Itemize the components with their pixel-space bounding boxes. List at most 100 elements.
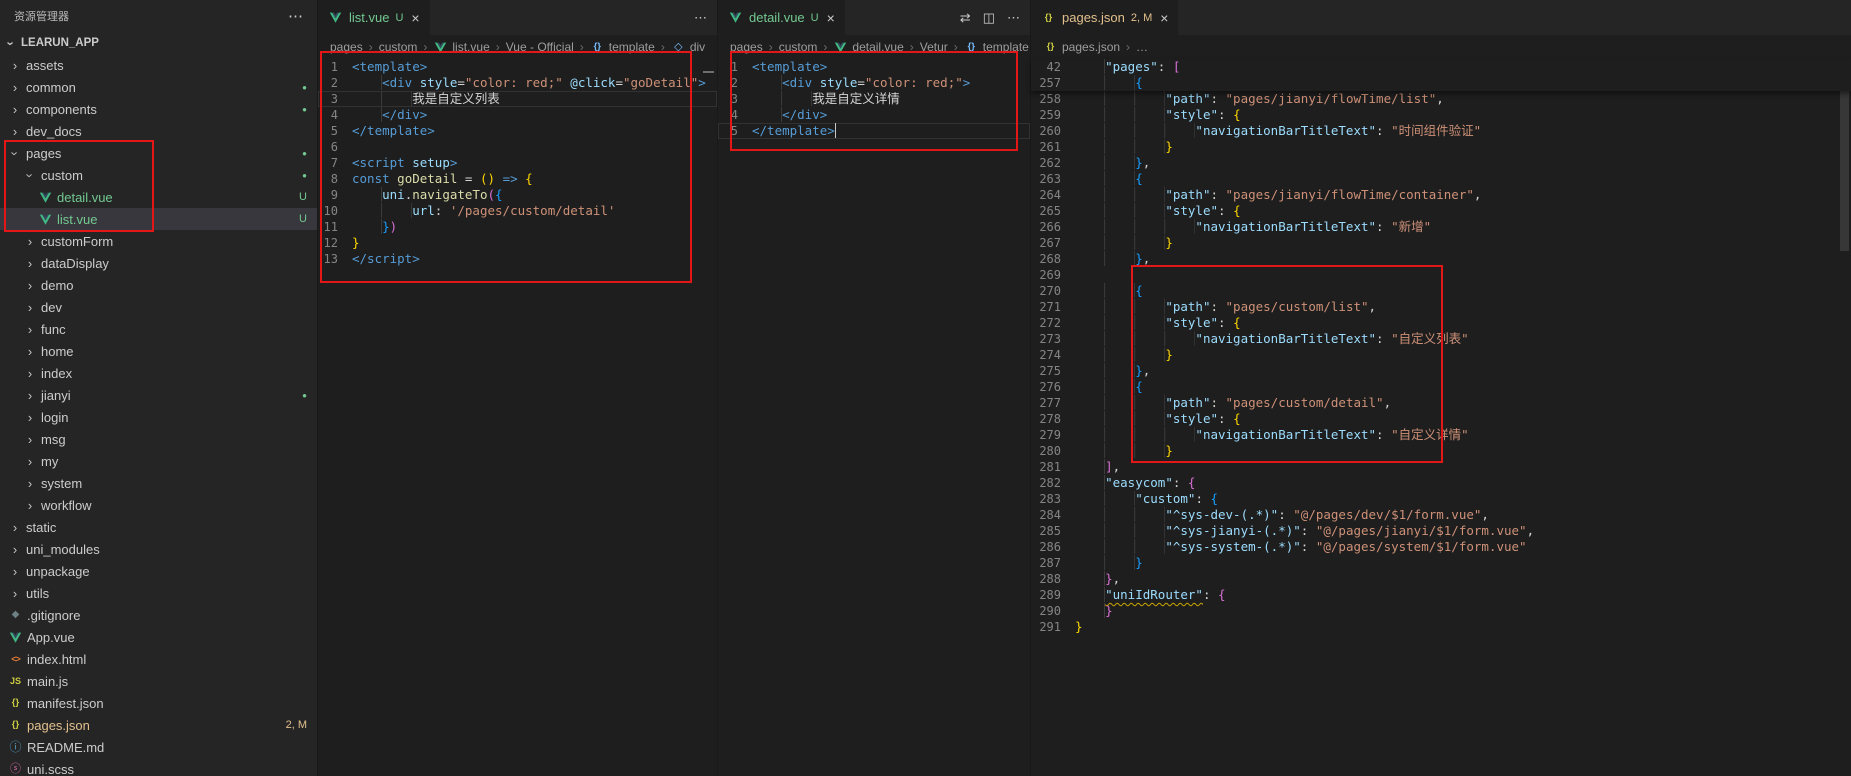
tree-item-main.js[interactable]: JSmain.js — [0, 670, 317, 692]
code-line-13[interactable]: 13</script> — [318, 251, 717, 267]
tree-item-func[interactable]: ›func — [0, 318, 317, 340]
breadcrumb-item-pages.json[interactable]: {}pages.json — [1043, 40, 1120, 54]
code-line-286[interactable]: 286 "^sys-system-(.*)": "@/pages/system/… — [1031, 539, 1851, 555]
code-editor-detail[interactable]: 1<template>2 <div style="color: red;">3 … — [718, 59, 1030, 776]
code-line-12[interactable]: 12} — [318, 235, 717, 251]
code-line-271[interactable]: 271 "path": "pages/custom/list", — [1031, 299, 1851, 315]
tree-item-workflow[interactable]: ›workflow — [0, 494, 317, 516]
code-line-277[interactable]: 277 "path": "pages/custom/detail", — [1031, 395, 1851, 411]
code-line-266[interactable]: 266 "navigationBarTitleText": "新增" — [1031, 219, 1851, 235]
code-line-4[interactable]: 4 </div> — [318, 107, 717, 123]
tree-item-dev_docs[interactable]: ›dev_docs — [0, 120, 317, 142]
code-line-8[interactable]: 8const goDetail = () => { — [318, 171, 717, 187]
tree-item-uni.scss[interactable]: ⓢuni.scss — [0, 758, 317, 776]
code-line-5[interactable]: 5</template> — [718, 123, 1030, 139]
tree-item-manifest.json[interactable]: {}manifest.json — [0, 692, 317, 714]
breadcrumb-item-Vue - Official[interactable]: Vue - Official — [506, 40, 574, 54]
code-line-273[interactable]: 273 "navigationBarTitleText": "自定义列表" — [1031, 331, 1851, 347]
code-line-5[interactable]: 5</template> — [318, 123, 717, 139]
tree-item-utils[interactable]: ›utils — [0, 582, 317, 604]
tree-item-detail.vue[interactable]: detail.vueU — [0, 186, 317, 208]
breadcrumb-item-custom[interactable]: custom — [779, 40, 818, 54]
code-line-291[interactable]: 291} — [1031, 619, 1851, 635]
tree-item-static[interactable]: ›static — [0, 516, 317, 538]
code-line-272[interactable]: 272 "style": { — [1031, 315, 1851, 331]
breadcrumb-item-template[interactable]: {}template — [590, 40, 655, 54]
tree-item-.gitignore[interactable]: ◆.gitignore — [0, 604, 317, 626]
tab-detail-vue[interactable]: detail.vue U × — [718, 0, 845, 35]
tree-item-pages[interactable]: ›pages● — [0, 142, 317, 164]
tree-item-home[interactable]: ›home — [0, 340, 317, 362]
code-line-261[interactable]: 261 } — [1031, 139, 1851, 155]
code-line-281[interactable]: 281 ], — [1031, 459, 1851, 475]
code-editor-pages-json[interactable]: 42 "pages": [257 { 258 "path": "pages/ji… — [1031, 59, 1851, 776]
tree-item-demo[interactable]: ›demo — [0, 274, 317, 296]
code-line-283[interactable]: 283 "custom": { — [1031, 491, 1851, 507]
code-line-6[interactable]: 6 — [318, 139, 717, 155]
code-line-258[interactable]: 258 "path": "pages/jianyi/flowTime/list"… — [1031, 91, 1851, 107]
close-icon[interactable]: × — [827, 10, 835, 26]
code-line-2[interactable]: 2 <div style="color: red;"> — [718, 75, 1030, 91]
tree-item-components[interactable]: ›components● — [0, 98, 317, 120]
tree-item-list.vue[interactable]: list.vueU — [0, 208, 317, 230]
tree-item-custom[interactable]: ›custom● — [0, 164, 317, 186]
tab-list-vue[interactable]: list.vue U × — [318, 0, 430, 35]
tree-item-customForm[interactable]: ›customForm — [0, 230, 317, 252]
breadcrumb-item-pages[interactable]: pages — [730, 40, 763, 54]
code-line-288[interactable]: 288 }, — [1031, 571, 1851, 587]
tree-item-msg[interactable]: ›msg — [0, 428, 317, 450]
code-line-259[interactable]: 259 "style": { — [1031, 107, 1851, 123]
code-line-279[interactable]: 279 "navigationBarTitleText": "自定义详情" — [1031, 427, 1851, 443]
code-line-1[interactable]: 1<template> — [318, 59, 717, 75]
breadcrumb-item-pages[interactable]: pages — [330, 40, 363, 54]
tree-item-unpackage[interactable]: ›unpackage — [0, 560, 317, 582]
tree-item-dev[interactable]: ›dev — [0, 296, 317, 318]
tree-root-learun-app[interactable]: › LEARUN_APP — [0, 32, 317, 54]
code-line-2[interactable]: 2 <div style="color: red;" @click="goDet… — [318, 75, 717, 91]
more-actions-icon[interactable]: ⋯ — [1007, 10, 1020, 26]
code-line-276[interactable]: 276 { — [1031, 379, 1851, 395]
code-line-274[interactable]: 274 } — [1031, 347, 1851, 363]
code-line-269[interactable]: 269 — [1031, 267, 1851, 283]
close-icon[interactable]: × — [411, 10, 419, 26]
close-icon[interactable]: × — [1160, 10, 1168, 26]
code-line-278[interactable]: 278 "style": { — [1031, 411, 1851, 427]
code-line-270[interactable]: 270 { — [1031, 283, 1851, 299]
code-editor-list[interactable]: 1<template>2 <div style="color: red;" @c… — [318, 59, 717, 776]
more-actions-icon[interactable]: ⋯ — [694, 10, 707, 26]
code-line-11[interactable]: 11 }) — [318, 219, 717, 235]
tree-item-my[interactable]: ›my — [0, 450, 317, 472]
code-line-285[interactable]: 285 "^sys-jianyi-(.*)": "@/pages/jianyi/… — [1031, 523, 1851, 539]
code-line-282[interactable]: 282 "easycom": { — [1031, 475, 1851, 491]
code-line-275[interactable]: 275 }, — [1031, 363, 1851, 379]
code-line-287[interactable]: 287 } — [1031, 555, 1851, 571]
breadcrumb-item-Vetur[interactable]: Vetur — [920, 40, 948, 54]
code-line-9[interactable]: 9 uni.navigateTo({ — [318, 187, 717, 203]
code-line-10[interactable]: 10 url: '/pages/custom/detail' — [318, 203, 717, 219]
breadcrumb-item-custom[interactable]: custom — [379, 40, 418, 54]
code-line-3[interactable]: 3 我是自定义详情 — [718, 91, 1030, 107]
tree-item-jianyi[interactable]: ›jianyi● — [0, 384, 317, 406]
code-line-289[interactable]: 289 "uniIdRouter": { — [1031, 587, 1851, 603]
tab-pages-json[interactable]: {} pages.json 2, M × — [1031, 0, 1178, 35]
tree-item-index[interactable]: ›index — [0, 362, 317, 384]
code-line-1[interactable]: 1<template> — [718, 59, 1030, 75]
code-line-267[interactable]: 267 } — [1031, 235, 1851, 251]
tree-item-pages.json[interactable]: {}pages.json2, M — [0, 714, 317, 736]
code-line-3[interactable]: 3 我是自定义列表 — [318, 91, 717, 107]
code-line-4[interactable]: 4 </div> — [718, 107, 1030, 123]
code-line-265[interactable]: 265 "style": { — [1031, 203, 1851, 219]
code-line-264[interactable]: 264 "path": "pages/jianyi/flowTime/conta… — [1031, 187, 1851, 203]
code-line-268[interactable]: 268 }, — [1031, 251, 1851, 267]
code-line-260[interactable]: 260 "navigationBarTitleText": "时间组件验证" — [1031, 123, 1851, 139]
code-line-263[interactable]: 263 { — [1031, 171, 1851, 187]
code-line-262[interactable]: 262 }, — [1031, 155, 1851, 171]
breadcrumb-item-list.vue[interactable]: list.vue — [433, 40, 489, 54]
split-editor-icon[interactable]: ◫ — [983, 10, 995, 26]
code-line-280[interactable]: 280 } — [1031, 443, 1851, 459]
tree-item-uni_modules[interactable]: ›uni_modules — [0, 538, 317, 560]
code-line-290[interactable]: 290 } — [1031, 603, 1851, 619]
tree-item-assets[interactable]: ›assets — [0, 54, 317, 76]
breadcrumb-item-template[interactable]: {}template — [964, 40, 1029, 54]
tree-item-App.vue[interactable]: App.vue — [0, 626, 317, 648]
